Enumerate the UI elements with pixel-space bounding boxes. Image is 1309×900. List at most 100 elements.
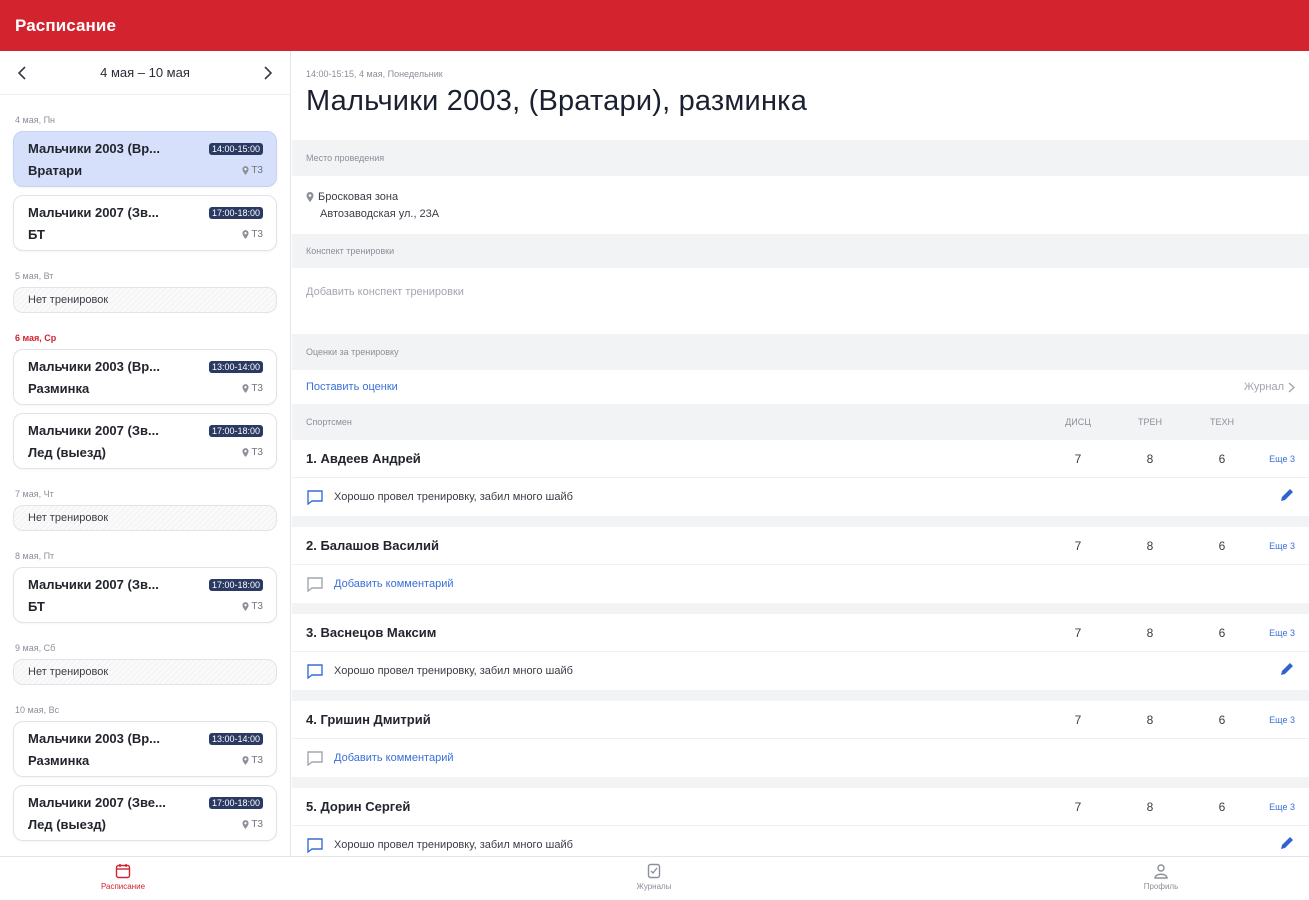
location-label: Т3 xyxy=(251,383,263,394)
training-card[interactable]: Мальчики 2007 (Зв... 17:00-18:00 Лед (выез… xyxy=(13,413,277,469)
more-grades-link[interactable]: Еще 3 xyxy=(1269,715,1295,725)
training-card[interactable]: Мальчики 2003 (Вр... 13:00-14:00 Разминка Т… xyxy=(13,721,277,777)
col-athlete: Спортсмен xyxy=(306,417,352,427)
location-pin-icon xyxy=(242,448,249,457)
chevron-right-icon xyxy=(1288,381,1295,393)
grade-tech: 6 xyxy=(1218,712,1226,727)
plan-section-header: Конспект тренировки xyxy=(292,234,1309,268)
row-separator xyxy=(292,516,1309,527)
plan-input[interactable]: Добавить конспект тренировки xyxy=(292,268,1309,334)
day-label: 9 мая, Сб xyxy=(15,643,56,653)
row-separator xyxy=(292,777,1309,788)
edit-comment-button[interactable] xyxy=(1279,487,1295,508)
col-tech: ТЕХН xyxy=(1209,417,1234,427)
venue-address: Автозаводская ул., 23А xyxy=(320,207,440,220)
athlete-row: 2. Балашов Василий 7 8 6 Еще 3 xyxy=(292,527,1309,565)
training-group: Мальчики 2003 (Вр... xyxy=(28,359,160,374)
add-comment-link[interactable]: Добавить комментарий xyxy=(334,578,453,590)
add-comment-row[interactable]: Добавить комментарий xyxy=(292,565,1309,603)
training-title: Мальчики 2003, (Вратари), разминка xyxy=(306,85,808,117)
training-location: Т3 xyxy=(242,165,263,176)
training-card[interactable]: Мальчики 2007 (Зв... 17:00-18:00 БТ Т3 xyxy=(13,195,277,251)
nav-profile[interactable]: Профиль xyxy=(1101,863,1221,891)
training-detail: 14:00-15:15, 4 мая, Понедельник Мальчики… xyxy=(292,51,1309,856)
no-trainings-card: Нет тренировок xyxy=(13,505,277,531)
edit-pencil-icon xyxy=(1281,662,1293,675)
nav-journals[interactable]: Журналы xyxy=(594,863,714,891)
athlete-name: 4. Гришин Дмитрий xyxy=(306,712,431,727)
top-app-bar: Расписание xyxy=(0,0,1309,51)
training-card[interactable]: Мальчики 2007 (Зве... 17:00-18:00 Лед (вые… xyxy=(13,785,277,841)
plan-label: Конспект тренировки xyxy=(306,246,395,256)
grade-disc: 7 xyxy=(1074,799,1082,814)
edit-comment-button[interactable] xyxy=(1279,835,1295,856)
training-type: Разминка xyxy=(28,753,90,768)
edit-comment-button[interactable] xyxy=(1279,661,1295,682)
training-location: Т3 xyxy=(242,447,263,458)
week-navigator: 4 мая – 10 мая xyxy=(0,51,290,95)
nav-schedule[interactable]: Расписание xyxy=(63,863,183,891)
row-separator xyxy=(292,603,1309,614)
more-grades-link[interactable]: Еще 3 xyxy=(1269,454,1295,464)
more-grades-link[interactable]: Еще 3 xyxy=(1269,541,1295,551)
week-range: 4 мая – 10 мая xyxy=(100,65,190,80)
training-card[interactable]: Мальчики 2007 (Зв... 17:00-18:00 БТ Т3 xyxy=(13,567,277,623)
training-location: Т3 xyxy=(242,229,263,240)
edit-pencil-icon xyxy=(1281,836,1293,849)
athlete-name: 5. Дорин Сергей xyxy=(306,799,411,814)
row-separator xyxy=(292,690,1309,701)
comment-text: Хорошо провел тренировку, забил много ша… xyxy=(334,839,573,851)
time-badge: 14:00-15:00 xyxy=(208,142,263,155)
athlete-comment[interactable]: Хорошо провел тренировку, забил много ша… xyxy=(292,478,1309,516)
add-comment-row[interactable]: Добавить комментарий xyxy=(292,739,1309,777)
grade-tren: 8 xyxy=(1146,451,1154,466)
training-card[interactable]: Мальчики 2003 (Вр... 13:00-14:00 Разминка Т… xyxy=(13,349,277,405)
more-grades-link[interactable]: Еще 3 xyxy=(1269,802,1295,812)
location-pin-icon xyxy=(242,820,249,829)
location-pin-icon xyxy=(242,756,249,765)
training-group: Мальчики 2003 (Вр... xyxy=(28,731,160,746)
grade-tren: 8 xyxy=(1146,712,1154,727)
grade-disc: 7 xyxy=(1074,625,1082,640)
location-label: Т3 xyxy=(251,601,263,612)
journal-link[interactable]: Журнал xyxy=(1244,381,1295,393)
add-comment-link[interactable]: Добавить комментарий xyxy=(334,752,453,764)
training-group: Мальчики 2007 (Зв... xyxy=(28,205,159,220)
journal-link-label: Журнал xyxy=(1243,381,1284,393)
location-pin-icon xyxy=(242,602,249,611)
time-badge: 17:00-18:00 xyxy=(208,578,263,591)
location-pin-icon xyxy=(242,384,249,393)
training-type: Разминка xyxy=(28,381,90,396)
athlete-comment[interactable]: Хорошо провел тренировку, забил много ша… xyxy=(292,652,1309,690)
grade-tren: 8 xyxy=(1146,799,1154,814)
training-location: Т3 xyxy=(242,601,263,612)
next-week-button[interactable] xyxy=(258,63,278,83)
grade-tren: 8 xyxy=(1146,538,1154,553)
col-tren: ТРЕН xyxy=(1137,417,1162,427)
grades-label: Оценки за тренировку xyxy=(306,347,399,357)
grade-disc: 7 xyxy=(1074,451,1082,466)
prev-week-button[interactable] xyxy=(12,63,32,83)
training-group: Мальчики 2007 (Зв... xyxy=(28,577,159,592)
bottom-navigation: Расписание Журналы Профиль xyxy=(0,856,1309,900)
day-list: 4 мая, Пн Мальчики 2003 (Вр... 14:00-15:00… xyxy=(0,115,290,841)
grade-disc: 7 xyxy=(1074,538,1082,553)
athlete-comment[interactable]: Хорошо провел тренировку, забил много ша… xyxy=(292,826,1309,856)
nav-journals-label: Журналы xyxy=(636,882,672,891)
training-card[interactable]: Мальчики 2003 (Вр... 14:00-15:00 Вратари Т3 xyxy=(13,131,277,187)
more-grades-link[interactable]: Еще 3 xyxy=(1269,628,1295,638)
athlete-row: 1. Авдеев Андрей 7 8 6 Еще 3 xyxy=(292,440,1309,478)
nav-schedule-label: Расписание xyxy=(100,882,146,891)
no-trainings-card: Нет тренировок xyxy=(13,659,277,685)
day-label: 8 мая, Пт xyxy=(15,551,55,561)
col-disc: ДИСЦ xyxy=(1065,417,1091,427)
profile-icon xyxy=(1154,864,1168,879)
training-type: Вратари xyxy=(28,163,83,178)
journal-icon xyxy=(647,863,661,879)
venue-name: Бросковая зона xyxy=(318,190,399,203)
set-grades-link[interactable]: Поставить оценки xyxy=(306,381,398,393)
location-pin-icon xyxy=(242,166,249,175)
grades-table-header: Спортсмен ДИСЦ ТРЕН ТЕХН xyxy=(292,404,1309,440)
venue-label: Место проведения xyxy=(306,153,385,163)
training-group: Мальчики 2003 (Вр... xyxy=(28,141,160,156)
